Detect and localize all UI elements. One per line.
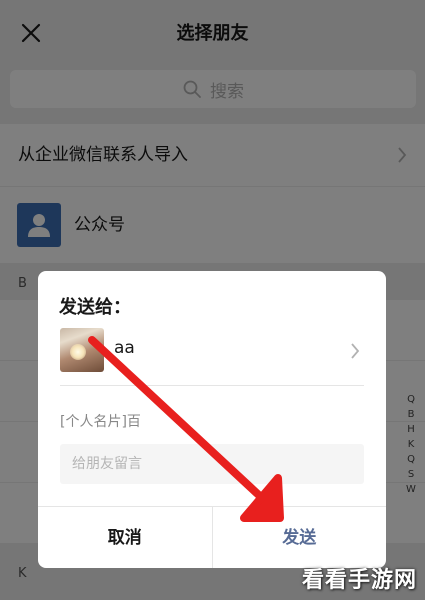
recipient-row[interactable]: aa [60,326,364,386]
dialog-footer: 取消 发送 [38,506,386,568]
send-button[interactable]: 发送 [213,507,387,568]
watermark-text: 看看手游网 [301,568,417,593]
cancel-button[interactable]: 取消 [38,507,213,568]
contact-card-preview: [个人名片]百 [60,414,141,430]
send-to-dialog: 发送给： aa [个人名片]百 取消 发送 [38,271,386,568]
recipient-name: aa [114,338,135,358]
dialog-title: 发送给： [59,297,131,318]
message-input[interactable] [60,444,364,484]
avatar-photo-sun [70,344,86,360]
recipient-avatar [60,328,104,372]
chevron-right-icon [351,343,360,359]
